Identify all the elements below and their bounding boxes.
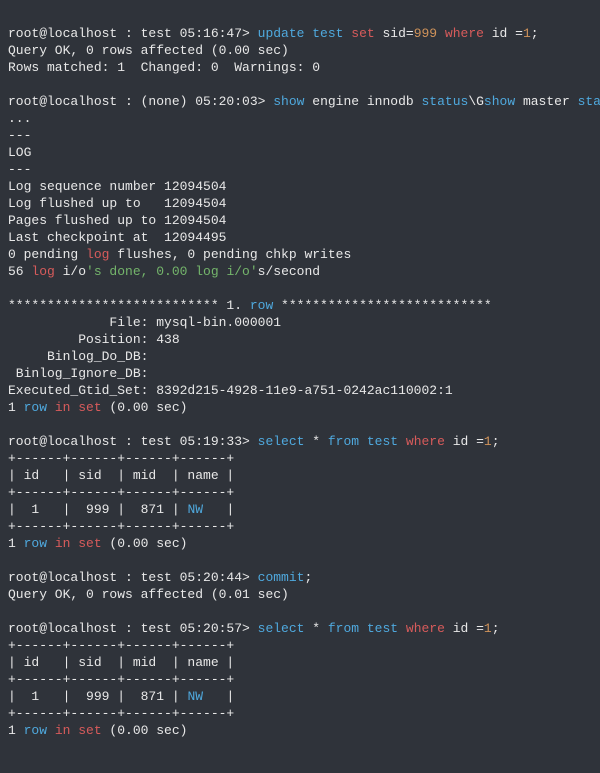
prompt-1: root@localhost : test 05:16:47> — [8, 26, 258, 41]
res3-c: in set — [47, 536, 102, 551]
log-pending-a: 0 pending — [8, 247, 86, 262]
sep-6: +------+------+------+------+ — [8, 706, 234, 721]
res5-a: 1 — [8, 723, 24, 738]
ms-do-db: Binlog_Do_DB: — [8, 349, 148, 364]
semi-2: ; — [492, 434, 500, 449]
eq-1: = — [406, 26, 414, 41]
kw-show-1: show — [273, 94, 304, 109]
log-kw-1: log — [86, 247, 109, 262]
prompt-5: root@localhost : test 05:20:57> — [8, 621, 258, 636]
log-checkpoint: Last checkpoint at 12094495 — [8, 230, 226, 245]
expr-id-2: id = — [445, 434, 484, 449]
ms-1row-c: in set — [47, 400, 102, 415]
ms-1row-d: (0.00 sec) — [102, 400, 188, 415]
row-hdr-a: *************************** 1. — [8, 298, 250, 313]
data-row-1a: | 1 | 999 | 871 | — [8, 502, 187, 517]
tbl-test-2: test — [359, 434, 406, 449]
kw-from-2: from — [328, 621, 359, 636]
log-io-a: 56 — [8, 264, 31, 279]
expr-id-3: id = — [445, 621, 484, 636]
dash-1: --- — [8, 128, 31, 143]
kw-where-2: where — [406, 434, 445, 449]
tbl-test-1: test — [304, 26, 351, 41]
row-hdr-c: *************************** — [273, 298, 491, 313]
num-1c: 1 — [484, 621, 492, 636]
kw-where-3: where — [406, 621, 445, 636]
ms-1row-a: 1 — [8, 400, 24, 415]
prompt-2: root@localhost : (none) 05:20:03> — [8, 94, 273, 109]
prompt-3: root@localhost : test 05:19:33> — [8, 434, 258, 449]
data-row-2a: | 1 | 999 | 871 | — [8, 689, 187, 704]
res3-d: (0.00 sec) — [102, 536, 188, 551]
ms-1row-b: row — [24, 400, 47, 415]
kw-set-1: set — [351, 26, 374, 41]
log-seq: Log sequence number 12094504 — [8, 179, 226, 194]
ms-ignore-db: Binlog_Ignore_DB: — [8, 366, 148, 381]
result-1b: Rows matched: 1 Changed: 0 Warnings: 0 — [8, 60, 320, 75]
log-pages: Pages flushed up to 12094504 — [8, 213, 226, 228]
sep-5: +------+------+------+------+ — [8, 672, 234, 687]
semi-3: ; — [304, 570, 312, 585]
ms-file: File: mysql-bin.000001 — [8, 315, 281, 330]
kw-select-1: select — [258, 434, 305, 449]
kw-select-2: select — [258, 621, 305, 636]
res3-a: 1 — [8, 536, 24, 551]
col-sid: sid — [375, 26, 406, 41]
res5-d: (0.00 sec) — [102, 723, 188, 738]
prompt-4: root@localhost : test 05:20:44> — [8, 570, 258, 585]
log-header: LOG — [8, 145, 31, 160]
kw-status-1: status — [422, 94, 469, 109]
num-1b: 1 — [484, 434, 492, 449]
kw-update: update — [258, 26, 305, 41]
dash-2: --- — [8, 162, 31, 177]
data-row-1c: | — [203, 502, 234, 517]
res3-b: row — [24, 536, 47, 551]
tbl-test-3: test — [359, 621, 406, 636]
data-row-2c: | — [203, 689, 234, 704]
kw-show-2: show — [484, 94, 515, 109]
result-1a: Query OK, 0 rows affected (0.00 sec) — [8, 43, 289, 58]
num-999: 999 — [414, 26, 437, 41]
data-row-2b: NW — [187, 689, 203, 704]
num-1a: 1 — [523, 26, 531, 41]
sep-1: +------+------+------+------+ — [8, 451, 234, 466]
expr-id-1: id = — [484, 26, 523, 41]
sep-2: +------+------+------+------+ — [8, 485, 234, 500]
log-io-c: 's done, 0.00 log i/o' — [86, 264, 258, 279]
dots-1: ... — [8, 111, 31, 126]
row-hdr-b: row — [250, 298, 273, 313]
sep-4: +------+------+------+------+ — [8, 638, 234, 653]
hdr-row-1: | id | sid | mid | name | — [8, 468, 234, 483]
res5-c: in set — [47, 723, 102, 738]
log-io-b: i/o — [55, 264, 86, 279]
hdr-row-2: | id | sid | mid | name | — [8, 655, 234, 670]
kw-status-2: status — [578, 94, 600, 109]
terminal-output: root@localhost : test 05:16:47> update t… — [0, 0, 600, 747]
semi-4: ; — [492, 621, 500, 636]
data-row-1b: NW — [187, 502, 203, 517]
txt-g1: \G — [468, 94, 484, 109]
sep-3: +------+------+------+------+ — [8, 519, 234, 534]
log-io-d: s/second — [258, 264, 320, 279]
ms-gtid: Executed_Gtid_Set: 8392d215-4928-11e9-a7… — [8, 383, 453, 398]
res5-b: row — [24, 723, 47, 738]
star-2: * — [304, 621, 327, 636]
semi-1: ; — [531, 26, 539, 41]
star-1: * — [304, 434, 327, 449]
result-4: Query OK, 0 rows affected (0.01 sec) — [8, 587, 289, 602]
kw-commit: commit — [258, 570, 305, 585]
txt-master: master — [515, 94, 577, 109]
kw-from-1: from — [328, 434, 359, 449]
log-kw-2: log — [31, 264, 54, 279]
ms-position: Position: 438 — [8, 332, 180, 347]
log-pending-b: flushes, 0 pending chkp writes — [109, 247, 351, 262]
log-flushed: Log flushed up to 12094504 — [8, 196, 226, 211]
txt-engine: engine innodb — [304, 94, 421, 109]
kw-where-1: where — [437, 26, 484, 41]
